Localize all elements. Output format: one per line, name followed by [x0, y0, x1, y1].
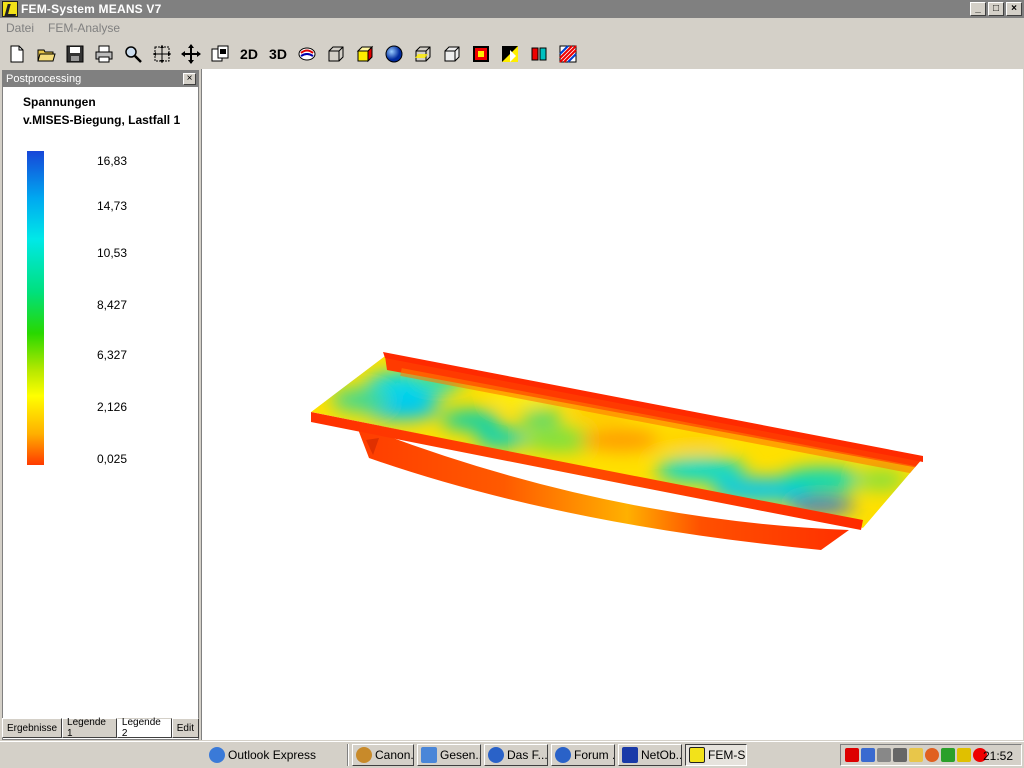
- legend-tick: 6,327: [97, 348, 128, 362]
- pan-icon[interactable]: [178, 41, 204, 67]
- task-label: FEM-S...: [708, 748, 746, 762]
- minimize-button[interactable]: _: [970, 2, 986, 16]
- contour-icon[interactable]: [468, 41, 494, 67]
- outlook-express-icon: [209, 747, 225, 763]
- tray-yellow-icon[interactable]: [957, 748, 971, 762]
- clock[interactable]: 21:52: [983, 749, 1013, 763]
- stripes-icon[interactable]: [555, 41, 581, 67]
- task-das-f[interactable]: Das F...: [484, 744, 548, 766]
- panel-header: Postprocessing ×: [3, 71, 198, 87]
- task-netob[interactable]: NetOb...: [618, 744, 682, 766]
- menu-bar: Datei FEM-Analyse: [0, 18, 1024, 38]
- postprocessing-panel: Postprocessing × Spannungen v.MISES-Bieg…: [2, 70, 199, 740]
- taskbar-separator: [347, 744, 349, 766]
- task-label: Gesen...: [440, 748, 481, 762]
- fem-viewport[interactable]: [201, 69, 1023, 740]
- outline-cube-icon[interactable]: [439, 41, 465, 67]
- tab-edit[interactable]: Edit: [171, 718, 199, 738]
- copy-view-icon[interactable]: [207, 41, 233, 67]
- task-label: Das F...: [507, 748, 548, 762]
- task-gesen[interactable]: Gesen...: [417, 744, 481, 766]
- tab-legende-2[interactable]: Legende 2: [116, 717, 172, 739]
- legend-tick: 16,83: [97, 154, 128, 168]
- task-label: NetOb...: [641, 748, 682, 762]
- quicklaunch-label: Outlook Express: [228, 748, 317, 762]
- app-logo-icon: [2, 1, 18, 17]
- canon-icon: [356, 747, 372, 763]
- legend-tick: 2,126: [97, 400, 128, 414]
- task-forum[interactable]: Forum ...: [551, 744, 615, 766]
- tray-device2-icon[interactable]: [893, 748, 907, 762]
- mirror-icon[interactable]: [526, 41, 552, 67]
- view-2d-label: 2D: [240, 46, 258, 62]
- system-tray: 21:52: [840, 744, 1022, 766]
- tab-ergebnisse[interactable]: Ergebnisse: [2, 718, 63, 738]
- snowflake-icon: [622, 747, 638, 763]
- app-logo-icon: [689, 747, 705, 763]
- window-title: FEM-System MEANS V7: [21, 2, 162, 16]
- zoom-icon[interactable]: [120, 41, 146, 67]
- menu-fem-analyse[interactable]: FEM-Analyse: [48, 21, 120, 35]
- task-label: Forum ...: [574, 748, 614, 762]
- sphere-icon[interactable]: [381, 41, 407, 67]
- close-button[interactable]: ×: [1006, 2, 1022, 16]
- solid-cube-icon[interactable]: [352, 41, 378, 67]
- section-cube-icon[interactable]: [410, 41, 436, 67]
- legend-tick: 14,73: [97, 199, 128, 213]
- menu-datei[interactable]: Datei: [6, 21, 34, 35]
- tray-tool-icon[interactable]: [925, 748, 939, 762]
- stress-plot-icon[interactable]: [497, 41, 523, 67]
- tab-legende-1[interactable]: Legende 1: [62, 717, 117, 739]
- ie-icon: [488, 747, 504, 763]
- legend-tick: 10,53: [97, 246, 128, 260]
- legend-colorbar: [27, 151, 44, 465]
- tray-green-icon[interactable]: [941, 748, 955, 762]
- panel-title: Postprocessing: [6, 73, 82, 85]
- new-file-icon[interactable]: [4, 41, 30, 67]
- fem-stress-model: [311, 352, 923, 550]
- panel-tabs: Ergebnisse Legende 1 Legende 2 Edit: [2, 717, 199, 739]
- task-canon[interactable]: Canon...: [352, 744, 414, 766]
- tray-device-icon[interactable]: [877, 748, 891, 762]
- wireframe-cube-icon[interactable]: [323, 41, 349, 67]
- task-label: Canon...: [375, 748, 414, 762]
- volume-icon[interactable]: [909, 748, 923, 762]
- panel-close-button[interactable]: ×: [183, 73, 196, 85]
- taskbar: Outlook Express Canon... Gesen... Das F.…: [0, 741, 1024, 768]
- print-icon[interactable]: [91, 41, 117, 67]
- legend-subtitle: v.MISES-Biegung, Lastfall 1: [23, 113, 181, 127]
- legend-tick: 0,025: [97, 452, 128, 466]
- view-3d-label: 3D: [269, 46, 287, 62]
- tray-network-icon[interactable]: [861, 748, 875, 762]
- legend-title: Spannungen: [23, 95, 96, 109]
- save-icon[interactable]: [62, 41, 88, 67]
- view-3d-button[interactable]: 3D: [265, 41, 291, 67]
- title-bar: FEM-System MEANS V7 _ □ ×: [0, 0, 1024, 18]
- mail-icon: [421, 747, 437, 763]
- maximize-button[interactable]: □: [988, 2, 1004, 16]
- open-folder-icon[interactable]: [33, 41, 59, 67]
- legend-tick: 8,427: [97, 298, 128, 312]
- task-fem-s[interactable]: FEM-S...: [685, 744, 747, 766]
- toolbar: 2D 3D: [0, 40, 1024, 68]
- view-2d-button[interactable]: 2D: [236, 41, 262, 67]
- tray-alert-icon[interactable]: [845, 748, 859, 762]
- ie-icon: [555, 747, 571, 763]
- fit-view-icon[interactable]: [149, 41, 175, 67]
- quicklaunch-outlook[interactable]: Outlook Express: [206, 744, 319, 766]
- color-tool-icon[interactable]: [294, 41, 320, 67]
